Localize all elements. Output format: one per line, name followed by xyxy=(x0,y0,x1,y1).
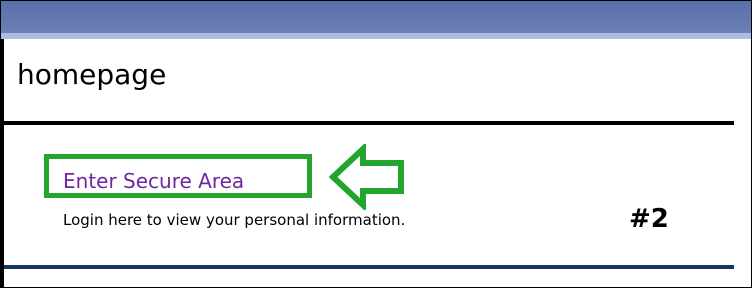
page-title: homepage xyxy=(17,58,167,91)
header-band xyxy=(1,1,751,33)
bottom-divider xyxy=(4,265,734,269)
annotation-arrow-icon xyxy=(329,144,404,210)
title-divider xyxy=(4,121,734,125)
step-number-label: #2 xyxy=(629,204,669,234)
header-strip xyxy=(1,33,751,39)
secure-area-description: Login here to view your personal informa… xyxy=(63,211,406,229)
page-frame: homepage Enter Secure Area Login here to… xyxy=(0,0,752,288)
enter-secure-area-link[interactable]: Enter Secure Area xyxy=(63,171,244,191)
left-border xyxy=(1,39,4,287)
